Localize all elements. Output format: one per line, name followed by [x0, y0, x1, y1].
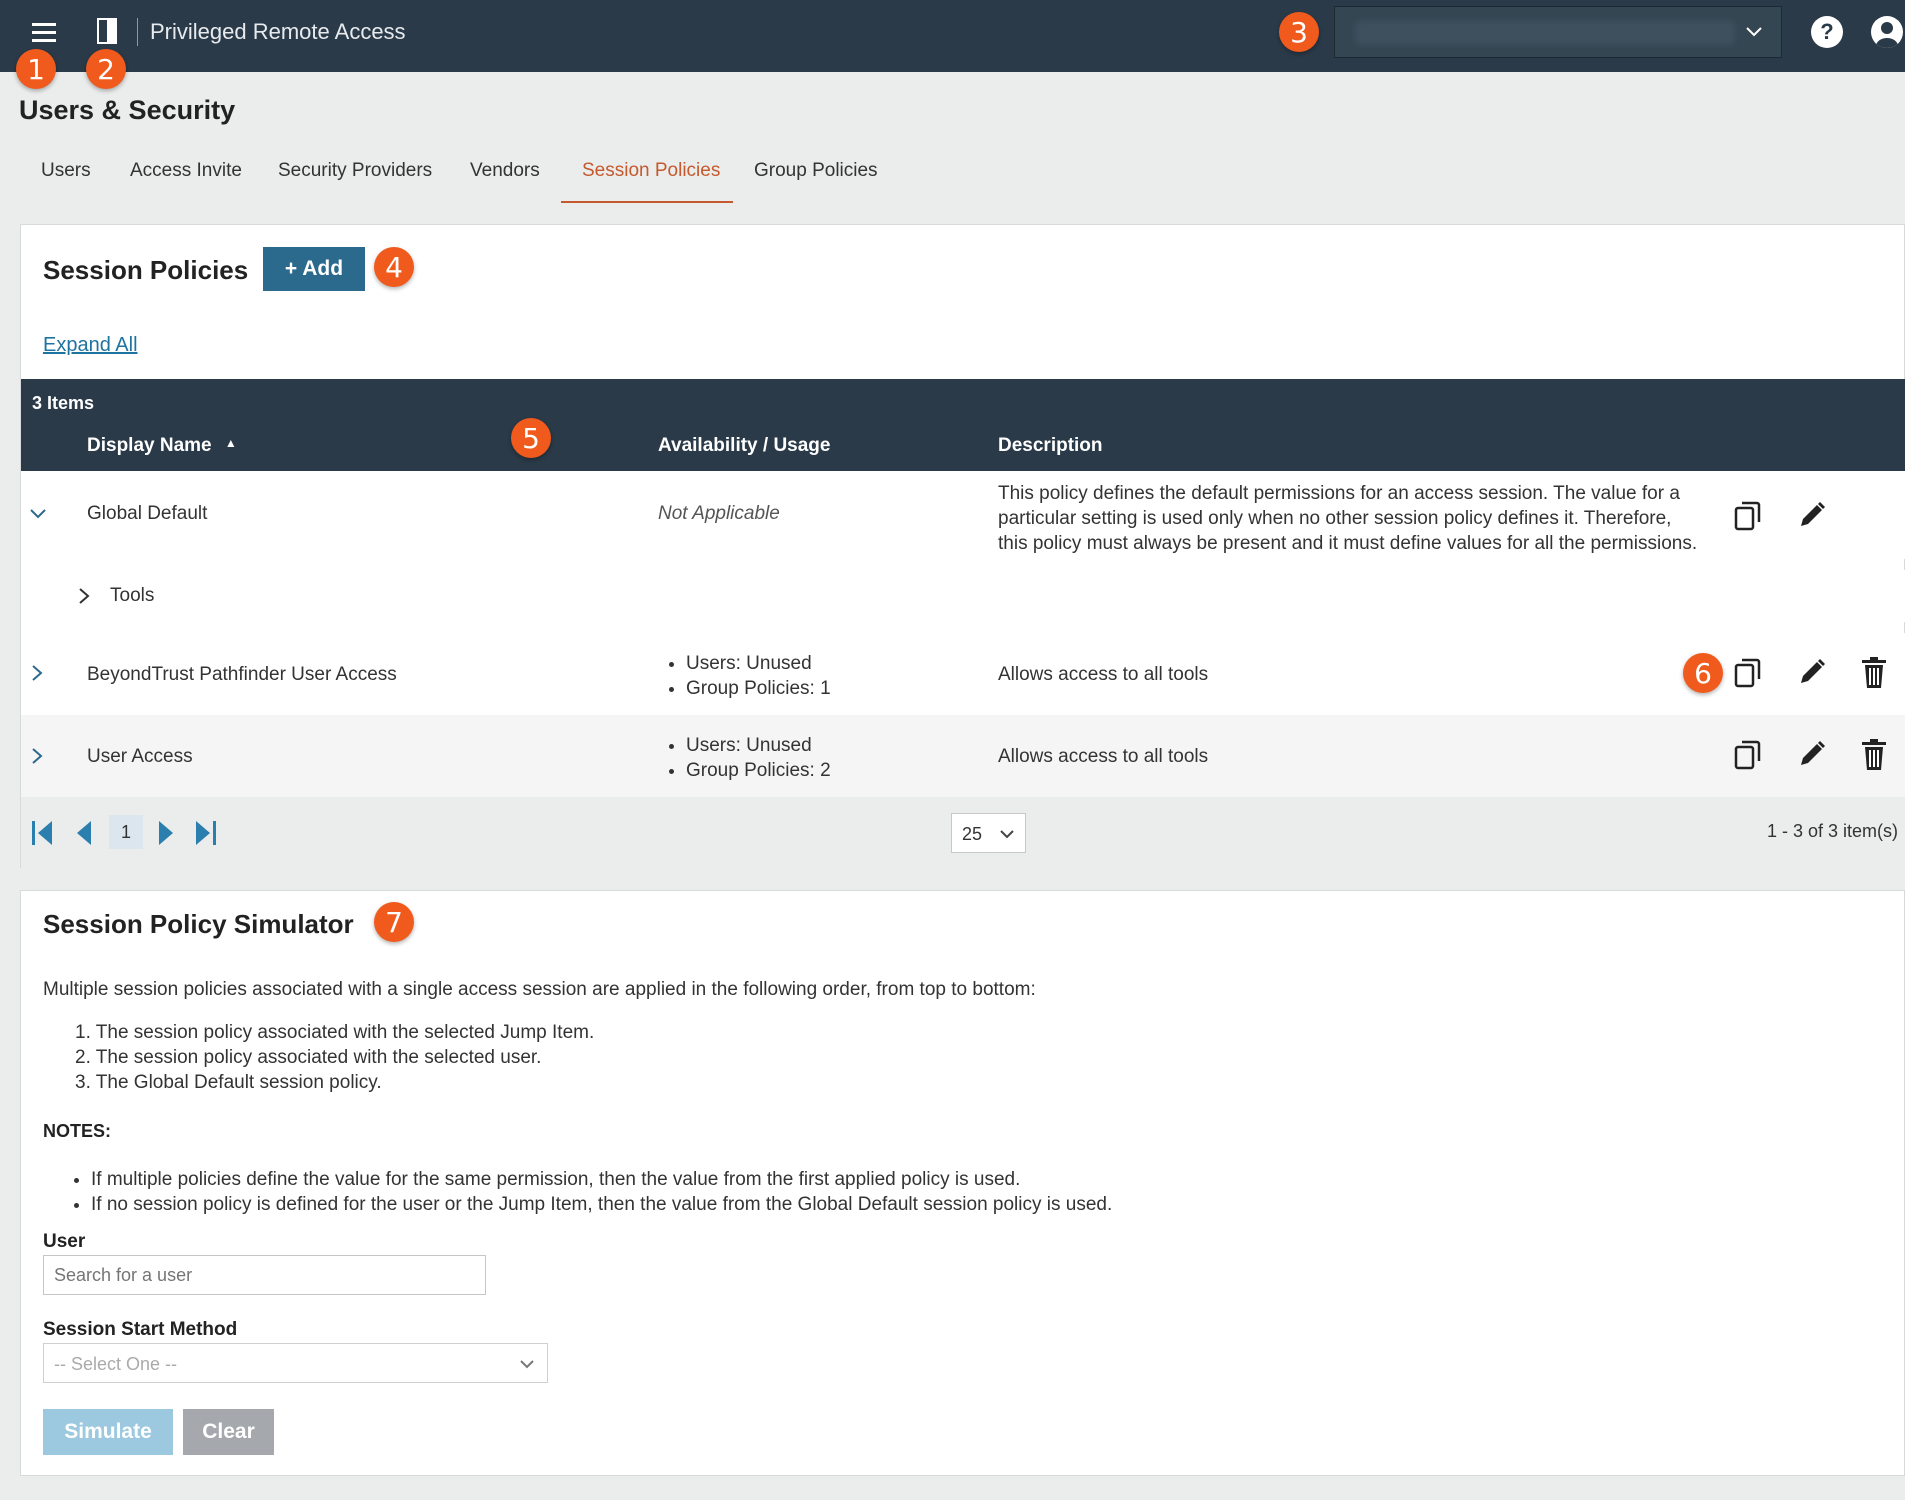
usage-item: Group Policies: 2	[686, 758, 831, 783]
title-divider	[137, 18, 138, 46]
row-display-name: Global Default	[87, 503, 208, 524]
tab-security-providers[interactable]: Security Providers	[278, 160, 432, 182]
column-display-name[interactable]: Display Name ▲	[87, 435, 237, 457]
section-title: Session Policies	[43, 255, 249, 285]
row-description: This policy defines the default permissi…	[998, 481, 1697, 556]
tab-users[interactable]: Users	[41, 160, 91, 182]
copy-icon[interactable]	[1734, 739, 1762, 771]
description-line: particular setting is used only when no …	[998, 508, 1672, 529]
add-button[interactable]: + Add	[263, 247, 365, 291]
site-selector[interactable]	[1334, 6, 1782, 58]
tab-session-policies[interactable]: Session Policies	[582, 160, 720, 182]
row-description: Allows access to all tools	[998, 746, 1209, 767]
column-display-name-label: Display Name	[87, 435, 212, 456]
chevron-down-icon	[1000, 830, 1014, 839]
description-line: this policy must always be present and i…	[998, 533, 1698, 554]
order-list: 1. The session policy associated with th…	[75, 1020, 594, 1095]
user-account-icon[interactable]	[1871, 16, 1903, 48]
help-icon[interactable]: ?	[1811, 16, 1843, 48]
callout-badge: 1	[16, 49, 56, 89]
section-title: Session Policy Simulator	[43, 909, 354, 939]
top-bar: Privileged Remote Access ?	[0, 0, 1905, 72]
last-page-icon[interactable]	[194, 819, 218, 847]
item-count: 3 Items	[32, 393, 95, 413]
page-title: Users & Security	[19, 95, 236, 125]
sub-row-label: Tools	[110, 585, 155, 606]
edit-pencil-icon[interactable]	[1797, 657, 1827, 687]
next-page-icon[interactable]	[157, 819, 175, 847]
copy-icon[interactable]	[1734, 500, 1762, 532]
order-item: 1. The session policy associated with th…	[75, 1022, 595, 1043]
row-display-name: User Access	[87, 746, 193, 767]
product-logo-icon[interactable]	[95, 17, 119, 45]
session-policy-simulator-panel: Session Policy Simulator Multiple sessio…	[20, 890, 1905, 1476]
order-item: 2. The session policy associated with th…	[75, 1047, 542, 1068]
session-start-method-label: Session Start Method	[43, 1319, 238, 1340]
note-item: If no session policy is defined for the …	[91, 1192, 1112, 1217]
page-size-select[interactable]: 25	[951, 813, 1026, 853]
current-page[interactable]: 1	[109, 815, 143, 849]
chevron-down-icon	[1746, 27, 1762, 37]
delete-trash-icon[interactable]	[1860, 739, 1888, 771]
callout-badge: 5	[511, 418, 551, 458]
pager-summary: 1 - 3 of 3 item(s)	[1766, 821, 1898, 841]
tab-access-invite[interactable]: Access Invite	[130, 160, 242, 182]
notes-list: If multiple policies define the value fo…	[69, 1167, 1112, 1217]
notes-label: NOTES:	[43, 1121, 112, 1141]
note-item: If multiple policies define the value fo…	[91, 1167, 1112, 1192]
tab-vendors[interactable]: Vendors	[470, 160, 540, 182]
expand-all-link[interactable]: Expand All	[43, 334, 138, 357]
sub-row-tools: Tools	[29, 570, 1905, 622]
user-label: User	[43, 1231, 86, 1252]
row-availability: Not Applicable	[658, 503, 780, 524]
previous-page-icon[interactable]	[75, 819, 93, 847]
row-usage: Users: Unused Group Policies: 2	[658, 733, 831, 783]
callout-badge: 2	[86, 49, 126, 89]
column-description[interactable]: Description	[998, 435, 1103, 457]
tab-group-policies[interactable]: Group Policies	[754, 160, 878, 182]
pager-bar: 1 25 1 - 3 of 3 item(s)	[21, 797, 1905, 868]
row-usage: Users: Unused Group Policies: 1	[658, 651, 831, 701]
callout-badge: 6	[1683, 653, 1723, 693]
active-tab-underline	[561, 201, 733, 203]
session-start-method-select[interactable]: -- Select One --	[43, 1343, 548, 1383]
chevron-down-icon	[520, 1360, 534, 1369]
table-row: User Access Users: Unused Group Policies…	[21, 715, 1905, 797]
callout-badge: 3	[1279, 12, 1319, 52]
simulate-button[interactable]: Simulate	[43, 1409, 173, 1455]
chevron-right-icon[interactable]	[30, 664, 44, 682]
row-description: Allows access to all tools	[998, 664, 1209, 685]
table-row: Global Default Not Applicable This polic…	[21, 471, 1905, 559]
table-header: 3 Items Display Name ▲ Availability / Us…	[21, 379, 1905, 471]
session-policies-panel: Session Policies + Add Expand All 3 Item…	[20, 224, 1905, 868]
simulator-intro: Multiple session policies associated wit…	[43, 979, 1036, 1000]
first-page-icon[interactable]	[30, 819, 54, 847]
callout-badge: 7	[374, 902, 414, 942]
sort-ascending-icon: ▲	[224, 436, 237, 450]
delete-trash-icon[interactable]	[1860, 657, 1888, 689]
table-row: BeyondTrust Pathfinder User Access Users…	[21, 633, 1905, 715]
usage-item: Users: Unused	[686, 651, 831, 676]
user-search-input[interactable]	[43, 1255, 486, 1295]
usage-item: Users: Unused	[686, 733, 831, 758]
copy-icon[interactable]	[1734, 657, 1762, 689]
select-value: -- Select One --	[54, 1354, 178, 1374]
site-selector-value	[1355, 21, 1735, 45]
column-availability[interactable]: Availability / Usage	[658, 435, 830, 457]
edit-pencil-icon[interactable]	[1797, 500, 1827, 530]
callout-badge: 4	[374, 247, 414, 287]
app-title: Privileged Remote Access	[150, 19, 406, 44]
clear-button[interactable]: Clear	[183, 1409, 274, 1455]
edit-pencil-icon[interactable]	[1797, 739, 1827, 769]
chevron-right-icon[interactable]	[77, 587, 91, 605]
order-item: 3. The Global Default session policy.	[75, 1072, 382, 1093]
chevron-down-icon[interactable]	[29, 507, 47, 521]
chevron-right-icon[interactable]	[30, 747, 44, 765]
usage-item: Group Policies: 1	[686, 676, 831, 701]
description-line: This policy defines the default permissi…	[998, 483, 1680, 504]
page-size-value: 25	[962, 824, 983, 844]
hamburger-menu-icon[interactable]	[30, 20, 58, 44]
row-display-name: BeyondTrust Pathfinder User Access	[87, 664, 397, 685]
